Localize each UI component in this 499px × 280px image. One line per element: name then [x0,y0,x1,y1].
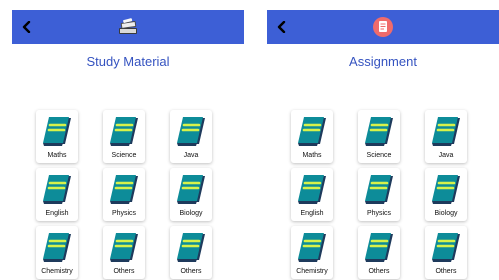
subject-label: English [300,210,324,217]
book-icon [43,233,71,262]
subject-label: Biology [179,210,203,217]
subject-label: Others [435,268,457,275]
book-icon [177,175,205,204]
book-icon [432,233,460,262]
book-icon [110,175,138,204]
subject-tile[interactable]: Others [358,226,400,279]
back-arrow-icon [277,21,286,33]
subject-tile[interactable]: Biology [425,168,467,221]
subject-label: Science [366,152,392,159]
subject-tile[interactable]: English [36,168,78,221]
subject-tile[interactable]: Science [358,110,400,163]
subject-tile[interactable]: Others [425,226,467,279]
back-arrow-icon [22,21,31,33]
subject-label: Others [368,268,390,275]
app-screens: Study Material Maths Science Java English Ph… [0,0,499,280]
back-button[interactable] [269,10,295,44]
subject-tile[interactable]: Chemistry [291,226,333,279]
book-icon [298,117,326,146]
subject-tile[interactable]: Physics [103,168,145,221]
subject-tile[interactable]: Maths [291,110,333,163]
subject-label: Chemistry [41,268,73,275]
back-button[interactable] [14,10,40,44]
subject-label: Physics [366,210,392,217]
top-app-bar [267,10,499,44]
subject-label: Chemistry [296,268,328,275]
subject-tile[interactable]: English [291,168,333,221]
subject-label: Java [183,152,199,159]
subject-label: Biology [434,210,458,217]
page-title: Study Material [86,54,170,69]
subject-label: Others [113,268,135,275]
book-icon [432,175,460,204]
subject-tile[interactable]: Biology [170,168,212,221]
top-app-bar [12,10,244,44]
subject-tile[interactable]: Java [170,110,212,163]
book-icon [365,175,393,204]
subject-tile[interactable]: Chemistry [36,226,78,279]
subject-label: Java [438,152,454,159]
book-icon [365,233,393,262]
assignment-screen: Assignment Maths Science Java English Physic… [267,0,499,280]
book-icon [298,233,326,262]
subject-label: Physics [111,210,137,217]
books-icon [119,18,137,34]
book-icon [177,233,205,262]
subject-tile[interactable]: Science [103,110,145,163]
subject-tile[interactable]: Maths [36,110,78,163]
subject-tile[interactable]: Others [170,226,212,279]
subject-tile[interactable]: Others [103,226,145,279]
study-material-screen: Study Material Maths Science Java English Ph… [12,0,244,280]
book-icon [43,175,71,204]
book-icon [365,117,393,146]
book-icon [177,117,205,146]
subject-label: Others [180,268,202,275]
page-title: Assignment [349,54,417,69]
subject-label: Maths [302,152,322,159]
subject-tile[interactable]: Java [425,110,467,163]
book-icon [110,233,138,262]
document-icon [373,17,393,37]
subject-label: Maths [47,152,67,159]
book-icon [43,117,71,146]
book-icon [110,117,138,146]
book-icon [432,117,460,146]
book-icon [298,175,326,204]
subject-tile[interactable]: Physics [358,168,400,221]
subject-label: Science [111,152,137,159]
subject-label: English [45,210,69,217]
